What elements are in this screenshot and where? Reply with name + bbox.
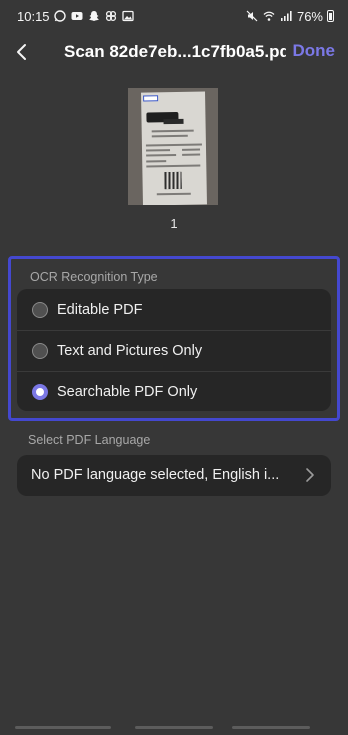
- option-label: Editable PDF: [57, 301, 143, 318]
- receipt-line: [151, 129, 194, 132]
- language-value: No PDF language selected, English i...: [31, 467, 280, 483]
- receipt-line: [156, 192, 191, 195]
- wifi-icon: [263, 10, 276, 23]
- radio-selected-icon[interactable]: [32, 384, 48, 400]
- back-button[interactable]: [10, 38, 34, 66]
- chevron-right-icon: [306, 468, 314, 482]
- page-thumbnail[interactable]: [128, 88, 218, 205]
- receipt-line: [146, 164, 201, 167]
- receipt-badge: [143, 95, 159, 102]
- option-label: Text and Pictures Only: [57, 343, 203, 359]
- receipt-line: [182, 153, 201, 156]
- battery-percent: 76%: [296, 8, 323, 24]
- receipt-line: [146, 153, 177, 156]
- nav-bar-center[interactable]: [135, 726, 213, 729]
- qr-code: [164, 171, 182, 190]
- chevron-left-icon: [17, 44, 26, 60]
- page-number: 1: [170, 216, 178, 231]
- status-right: 76%: [246, 9, 334, 24]
- document-title: Scan 82de7eb...1c7fb0a5.pdf: [64, 42, 286, 61]
- option-text-and-pictures[interactable]: Text and Pictures Only: [17, 330, 331, 371]
- done-button[interactable]: Done: [293, 41, 336, 61]
- option-label: Searchable PDF Only: [57, 384, 198, 400]
- status-bar: 10:15 76%: [0, 0, 348, 32]
- status-time: 10:15: [17, 8, 50, 24]
- receipt-image: [141, 91, 207, 205]
- top-app-bar: Scan 82de7eb...1c7fb0a5.pdf Done: [0, 32, 348, 72]
- language-selector[interactable]: No PDF language selected, English i...: [17, 455, 331, 496]
- option-searchable-pdf[interactable]: Searchable PDF Only: [17, 371, 331, 411]
- radio-unselected-icon[interactable]: [32, 301, 48, 318]
- signal-icon: [280, 10, 293, 23]
- whatsapp-icon: [54, 10, 67, 23]
- receipt-line: [146, 160, 167, 162]
- youtube-icon: [71, 10, 84, 23]
- mute-icon: [246, 10, 259, 23]
- ocr-section: OCR Recognition Type Editable PDF Text a…: [8, 256, 340, 421]
- language-section-label: Select PDF Language: [28, 433, 151, 447]
- radio-unselected-icon[interactable]: [32, 343, 48, 359]
- receipt-line: [182, 148, 201, 151]
- snapchat-icon: [88, 10, 101, 23]
- nav-bar-right[interactable]: [232, 726, 310, 729]
- status-left: 10:15: [17, 9, 135, 24]
- nav-bar-left[interactable]: [15, 726, 111, 729]
- ocr-section-label: OCR Recognition Type: [30, 270, 158, 284]
- gallery-icon: [122, 10, 135, 23]
- battery-icon: [327, 10, 334, 22]
- receipt-logo-sub: [163, 118, 184, 125]
- pinwheel-icon: [105, 10, 118, 23]
- option-editable-pdf[interactable]: Editable PDF: [17, 289, 331, 330]
- ocr-options-card: Editable PDF Text and Pictures Only Sear…: [17, 289, 331, 411]
- receipt-line: [146, 149, 171, 151]
- receipt-line: [145, 143, 202, 146]
- receipt-line: [151, 134, 188, 137]
